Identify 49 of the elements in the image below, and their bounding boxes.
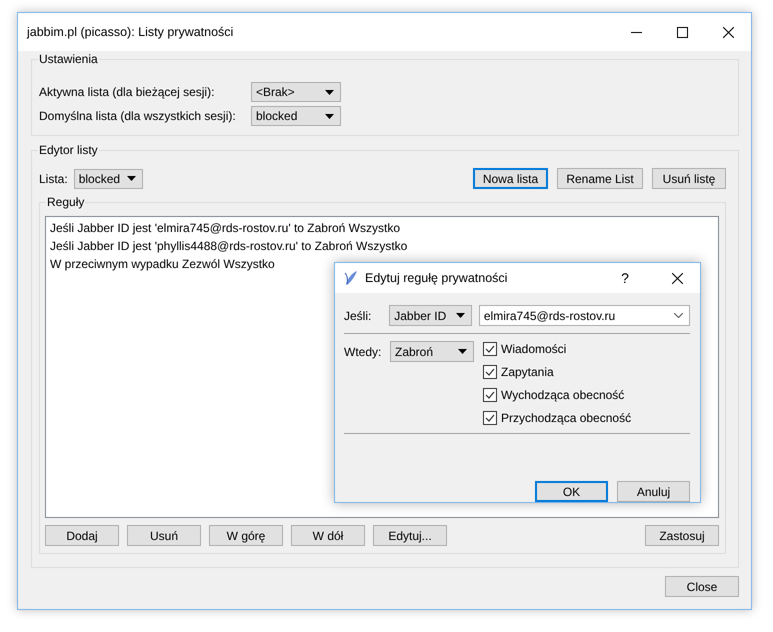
checkbox[interactable] (483, 410, 497, 424)
dropdown-arrow-icon (456, 313, 465, 318)
field-label: Aktywna lista (dla bieżącej sesji): (39, 85, 216, 99)
group-title: Reguły (46, 195, 86, 209)
maximize-icon[interactable] (676, 26, 688, 38)
list-button[interactable]: Nowa lista (473, 168, 548, 189)
dialog-button[interactable]: OK (535, 481, 608, 502)
list-button[interactable]: Rename List (557, 168, 643, 189)
dropdown-arrow-icon (126, 176, 136, 181)
apply-button[interactable]: Zastosuj (645, 525, 719, 546)
group-title: Ustawienia (38, 52, 99, 66)
list-dropdown[interactable]: blocked (74, 168, 143, 188)
dialog-title: Edytuj regułę prywatności (365, 271, 508, 285)
close-button[interactable]: Close (665, 576, 739, 597)
feather-icon (344, 270, 358, 286)
dropdown-arrow-icon (458, 349, 467, 354)
checkbox[interactable] (483, 342, 497, 356)
checkbox-label: Zapytania (501, 364, 554, 378)
checkbox[interactable] (483, 388, 497, 402)
rule-button[interactable]: W dół (291, 525, 365, 546)
checkbox-label: Wiadomości (501, 342, 566, 356)
action-dropdown[interactable]: Zabroń (390, 341, 474, 362)
group-title: Edytor listy (38, 143, 99, 157)
dropdown-arrow-icon (325, 90, 334, 94)
type-dropdown[interactable]: Jabber ID (389, 305, 472, 326)
field-label: Domyślna lista (dla wszystkich sesji): (39, 109, 237, 123)
rule-button[interactable]: Dodaj (45, 525, 119, 546)
field-label: Jeśli: (344, 308, 372, 322)
value-combobox[interactable]: elmira745@rds-rostov.ru (478, 305, 690, 326)
dropdown-arrow-icon (325, 114, 334, 118)
dialog-button[interactable]: Anuluj (617, 481, 690, 502)
rule-item[interactable]: Jeśli Jabber ID jest 'phyllis4488@rds-rostov.ru' to Zabroń Wszystko (50, 238, 714, 255)
rule-button[interactable]: Edytuj... (373, 525, 447, 546)
close-icon[interactable] (672, 272, 682, 284)
checkbox[interactable] (483, 364, 497, 378)
checkbox-label: Przychodząca obecność (501, 410, 632, 424)
rule-item[interactable]: Jeśli Jabber ID jest 'elmira745@rds-rostov.ru' to Zabroń Wszystko (50, 220, 714, 237)
window-title: jabbim.pl (picasso): Listy prywatności (27, 25, 234, 39)
field-label: Lista: (39, 172, 68, 186)
list-button[interactable]: Usuń listę (652, 168, 726, 189)
chevron-down-icon (674, 313, 683, 318)
rule-button[interactable]: W górę (209, 525, 283, 546)
help-button[interactable]: ? (603, 270, 647, 286)
rule-button[interactable]: Usuń (127, 525, 201, 546)
close-icon[interactable] (722, 26, 734, 38)
list-dropdown[interactable]: <Brak> (251, 82, 341, 102)
checkbox-label: Wychodząca obecność (501, 388, 624, 402)
field-label: Wtedy: (344, 345, 382, 361)
list-dropdown[interactable]: blocked (251, 106, 341, 126)
